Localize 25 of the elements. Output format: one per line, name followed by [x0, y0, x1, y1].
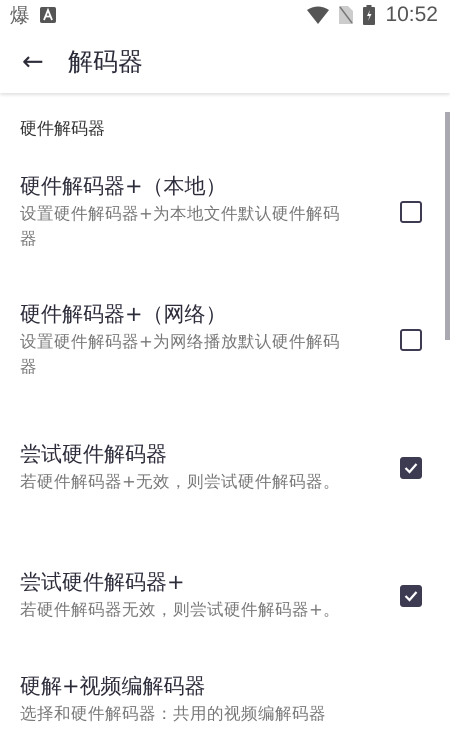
setting-summary: 设置硬件解码器+为网络播放默认硬件解码器 [20, 330, 341, 378]
wifi-icon [307, 6, 330, 24]
setting-title: 硬件解码器+（本地） [20, 172, 228, 200]
setting-title: 硬解+视频编解码器 [20, 672, 207, 700]
page-title: 解码器 [68, 46, 143, 78]
check-icon [404, 590, 418, 602]
setting-summary: 若硬件解码器+无效，则尝试硬件解码器。 [20, 471, 341, 494]
checkbox[interactable] [400, 457, 422, 479]
setting-title: 尝试硬件解码器 [20, 440, 168, 468]
checkbox[interactable] [400, 585, 422, 607]
status-time: 10:52 [385, 3, 438, 28]
notification-text: 爆 [10, 2, 30, 29]
setting-summary: 选择和硬件解码器：共用的视频编解码器 [20, 703, 327, 726]
setting-title: 尝试硬件解码器+ [20, 568, 186, 596]
battery-icon [363, 5, 376, 26]
checkbox[interactable] [400, 201, 422, 223]
back-button[interactable]: ← [22, 46, 44, 77]
check-icon [404, 462, 418, 474]
checkbox[interactable] [400, 329, 422, 351]
no-sim-icon [339, 6, 354, 24]
setting-summary: 设置硬件解码器+为本地文件默认硬件解码器 [20, 202, 341, 250]
keyboard-icon [40, 7, 56, 24]
setting-title: 硬件解码器+（网络） [20, 300, 228, 328]
setting-summary: 若硬件解码器无效，则尝试硬件解码器+。 [20, 599, 341, 622]
section-header: 硬件解码器 [20, 118, 106, 140]
